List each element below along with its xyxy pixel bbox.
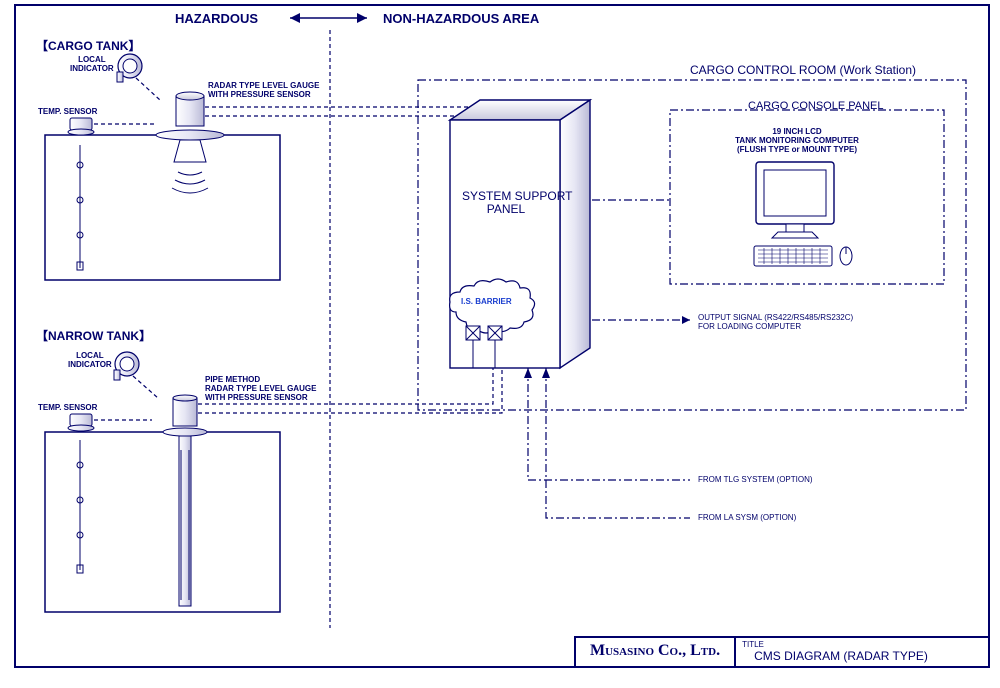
from-tlg-label: FROM TLG SYSTEM (OPTION) xyxy=(698,476,813,485)
diagram-title: CMS DIAGRAM (RADAR TYPE) xyxy=(736,649,938,665)
monitor-icon xyxy=(756,162,834,238)
local-indicator-label: LOCAL INDICATOR xyxy=(70,56,114,74)
local-indicator-label-2: LOCAL INDICATOR xyxy=(68,352,112,370)
radar-label: RADAR TYPE LEVEL GAUGE WITH PRESSURE SEN… xyxy=(208,82,319,100)
mouse-icon xyxy=(840,247,852,265)
monitor-label: 19 INCH LCD TANK MONITORING COMPUTER (FL… xyxy=(732,128,862,154)
temp-sensor-label: TEMP. SENSOR xyxy=(38,108,97,117)
narrow-tank-title: 【NARROW TANK】 xyxy=(36,330,151,343)
control-room-title: CARGO CONTROL ROOM (Work Station) xyxy=(690,64,916,77)
keyboard-icon xyxy=(754,246,832,266)
from-la-label: FROM LA SYSM (OPTION) xyxy=(698,514,796,523)
cargo-tank-title: 【CARGO TANK】 xyxy=(36,40,140,53)
title-block: Musasino Co., Ltd. TITLE CMS DIAGRAM (RA… xyxy=(574,636,988,666)
title-label: TITLE xyxy=(736,638,938,649)
pipe-method-label: PIPE METHOD RADAR TYPE LEVEL GAUGE WITH … xyxy=(205,376,316,402)
local-indicator-icon xyxy=(117,54,142,82)
output-signal-label: OUTPUT SIGNAL (RS422/RS485/RS232C) FOR L… xyxy=(698,314,853,332)
ssp-label: SYSTEM SUPPORT PANEL xyxy=(462,190,550,216)
pipe-radar-icon xyxy=(163,395,207,606)
console-panel-title: CARGO CONSOLE PANEL xyxy=(748,100,884,112)
company-name: Musasino Co., Ltd. xyxy=(576,638,736,666)
temp-sensor-label-2: TEMP. SENSOR xyxy=(38,404,97,413)
local-indicator-icon-2 xyxy=(114,352,139,380)
is-barrier-label: I.S. BARRIER xyxy=(461,298,512,307)
diagram-root: HAZARDOUS NON-HAZARDOUS AREA xyxy=(0,0,1000,688)
